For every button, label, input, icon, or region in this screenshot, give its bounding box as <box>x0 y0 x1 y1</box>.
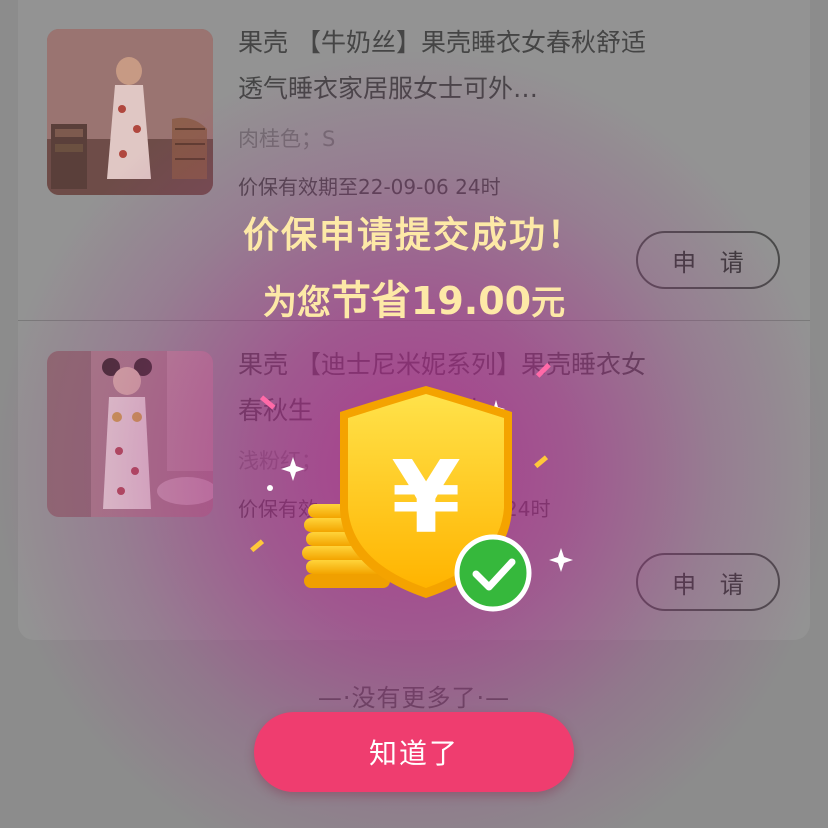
shield-illustration: ¥ <box>250 362 573 612</box>
saving-message: 为您节省19.00元 <box>0 268 828 326</box>
modal-title: 价保申请提交成功！ <box>242 215 585 256</box>
product-title-1[interactable]: 果壳 【牛奶丝】果壳睡衣女春秋舒适透气睡衣家居服女士可外… <box>238 20 658 112</box>
apply-button-2[interactable]: 申 请 <box>636 553 780 611</box>
saving-amount: 19.00 <box>410 279 532 323</box>
saving-highlight: 节省 <box>330 278 411 324</box>
list-end-text: —·没有更多了·— <box>317 684 511 712</box>
saving-unit: 元 <box>531 283 566 323</box>
product-image-2[interactable] <box>47 351 213 517</box>
confirm-button[interactable]: 知道了 <box>254 712 574 792</box>
currency-symbol: ¥ <box>391 439 461 556</box>
check-badge-icon <box>454 534 532 612</box>
product-spec-1: 肉桂色；S <box>238 127 336 151</box>
saving-prefix: 为您 <box>262 283 331 323</box>
product-image-1[interactable] <box>47 29 213 195</box>
product-validity-1: 价保有效期至22-09-06 24时 <box>238 175 501 199</box>
